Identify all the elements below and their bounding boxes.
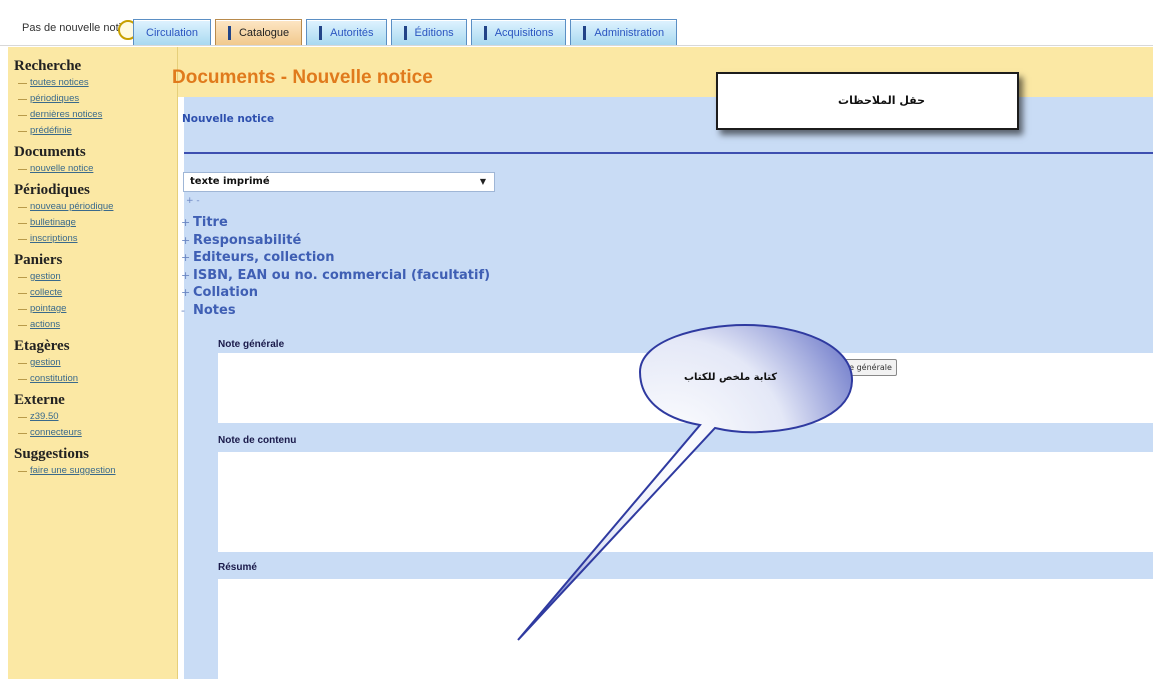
- tab-label: Éditions: [414, 26, 454, 39]
- tab-editions[interactable]: Éditions: [390, 19, 467, 45]
- tree-item-label: Editeurs, collection: [193, 250, 335, 265]
- sidebar-link-pointage[interactable]: pointage: [8, 301, 177, 317]
- bubble-annotation-text: كتابة ملخص للكتاب: [684, 372, 778, 383]
- sidebar: Recherche toutes notices périodiques der…: [8, 47, 178, 679]
- tree-item-label: Titre: [193, 215, 228, 230]
- document-type-value: texte imprimé: [190, 176, 270, 187]
- sidebar-link-nouveau-periodique[interactable]: nouveau périodique: [8, 199, 177, 215]
- panel-title: Nouvelle notice: [182, 113, 275, 125]
- main-content: Documents - Nouvelle notice Nouvelle not…: [172, 47, 1153, 679]
- tab-label: Circulation: [146, 26, 198, 39]
- tab-label: Autorités: [330, 26, 374, 39]
- field-tree: + Titre + Responsabilité + Editeurs, collec…: [181, 214, 490, 319]
- sidebar-link-gestion-etageres[interactable]: gestion: [8, 355, 177, 371]
- sidebar-heading-externe: Externe: [14, 392, 65, 408]
- tab-marker: [483, 25, 487, 40]
- label-resume: Résumé: [218, 562, 257, 573]
- collapse-icon: -: [181, 303, 185, 317]
- note-contenu-textarea[interactable]: [218, 452, 1153, 552]
- note-generale-button[interactable]: te générale: [841, 359, 897, 376]
- sidebar-link-constitution[interactable]: constitution: [8, 371, 177, 387]
- tab-marker: [403, 25, 407, 40]
- sidebar-link-predefinie[interactable]: prédéfinie: [8, 123, 177, 139]
- sidebar-heading-periodiques: Périodiques: [14, 182, 90, 198]
- sidebar-link-connecteurs[interactable]: connecteurs: [8, 425, 177, 441]
- tab-label: Acquisitions: [494, 26, 554, 39]
- tree-item-responsabilite[interactable]: + Responsabilité: [181, 232, 490, 250]
- tree-item-label: ISBN, EAN ou no. commercial (facultatif): [193, 267, 491, 283]
- tab-marker: [227, 25, 231, 40]
- sidebar-heading-recherche: Recherche: [14, 58, 82, 74]
- tree-item-titre[interactable]: + Titre: [181, 214, 490, 232]
- sidebar-heading-paniers: Paniers: [14, 252, 63, 268]
- sidebar-link-gestion[interactable]: gestion: [8, 269, 177, 285]
- sidebar-heading-suggestions: Suggestions: [14, 446, 90, 462]
- tab-acquisitions[interactable]: Acquisitions: [470, 19, 567, 45]
- annotation-callout-box: حقل الملاحظات: [716, 72, 1019, 130]
- tree-item-label: Notes: [193, 302, 236, 318]
- tab-label: Administration: [594, 26, 665, 39]
- sidebar-link-periodiques[interactable]: périodiques: [8, 91, 177, 107]
- sidebar-link-inscriptions[interactable]: inscriptions: [8, 231, 177, 247]
- sidebar-link-toutes-notices[interactable]: toutes notices: [8, 75, 177, 91]
- tree-item-editeurs[interactable]: + Editeurs, collection: [181, 249, 490, 267]
- page-title: Documents - Nouvelle notice: [172, 67, 433, 88]
- sidebar-link-bulletinage[interactable]: bulletinage: [8, 215, 177, 231]
- tab-administration[interactable]: Administration: [570, 19, 678, 45]
- main-tabs: Circulation Catalogue Autorités Éditions…: [133, 19, 681, 45]
- sidebar-link-collecte[interactable]: collecte: [8, 285, 177, 301]
- tab-catalogue[interactable]: Catalogue: [214, 19, 303, 45]
- expand-icon: +: [181, 268, 191, 282]
- note-generale-textarea[interactable]: [218, 353, 1153, 423]
- sidebar-link-z3950[interactable]: z39.50: [8, 409, 177, 425]
- tab-autorites[interactable]: Autorités: [306, 19, 387, 45]
- tab-label: Catalogue: [238, 26, 290, 39]
- chevron-down-icon: ▼: [479, 177, 486, 186]
- expand-icon: +: [181, 251, 191, 264]
- tree-item-isbn[interactable]: + ISBN, EAN ou no. commercial (facultatif…: [181, 267, 490, 285]
- tree-item-label: Responsabilité: [193, 232, 302, 248]
- tree-item-notes[interactable]: - Notes: [181, 302, 490, 320]
- expand-icon: +: [181, 216, 191, 229]
- sidebar-link-faire-une-suggestion[interactable]: faire une suggestion: [8, 463, 177, 479]
- sidebar-link-dernieres-notices[interactable]: dernières notices: [8, 107, 177, 123]
- annotation-box-text: حقل الملاحظات: [838, 94, 925, 107]
- sidebar-link-actions[interactable]: actions: [8, 317, 177, 333]
- tab-marker: [319, 25, 323, 40]
- tree-item-label: Collation: [193, 285, 259, 300]
- label-note-generale: Note générale: [218, 339, 285, 350]
- sidebar-link-nouvelle-notice[interactable]: nouvelle notice: [8, 161, 177, 177]
- resume-textarea[interactable]: [218, 579, 1153, 679]
- tab-circulation[interactable]: Circulation: [133, 19, 211, 45]
- document-type-select[interactable]: texte imprimé ▼: [183, 172, 495, 192]
- expand-collapse-all[interactable]: + -: [186, 196, 200, 206]
- expand-icon: +: [181, 286, 191, 299]
- sidebar-heading-documents: Documents: [14, 144, 86, 160]
- label-note-contenu: Note de contenu: [218, 435, 297, 446]
- sidebar-heading-etageres: Etagères: [14, 338, 70, 354]
- top-bar: Pas de nouvelle notification Circulation…: [0, 0, 1153, 46]
- tab-marker: [583, 25, 587, 40]
- tree-item-collation[interactable]: + Collation: [181, 284, 490, 302]
- expand-icon: +: [181, 233, 191, 247]
